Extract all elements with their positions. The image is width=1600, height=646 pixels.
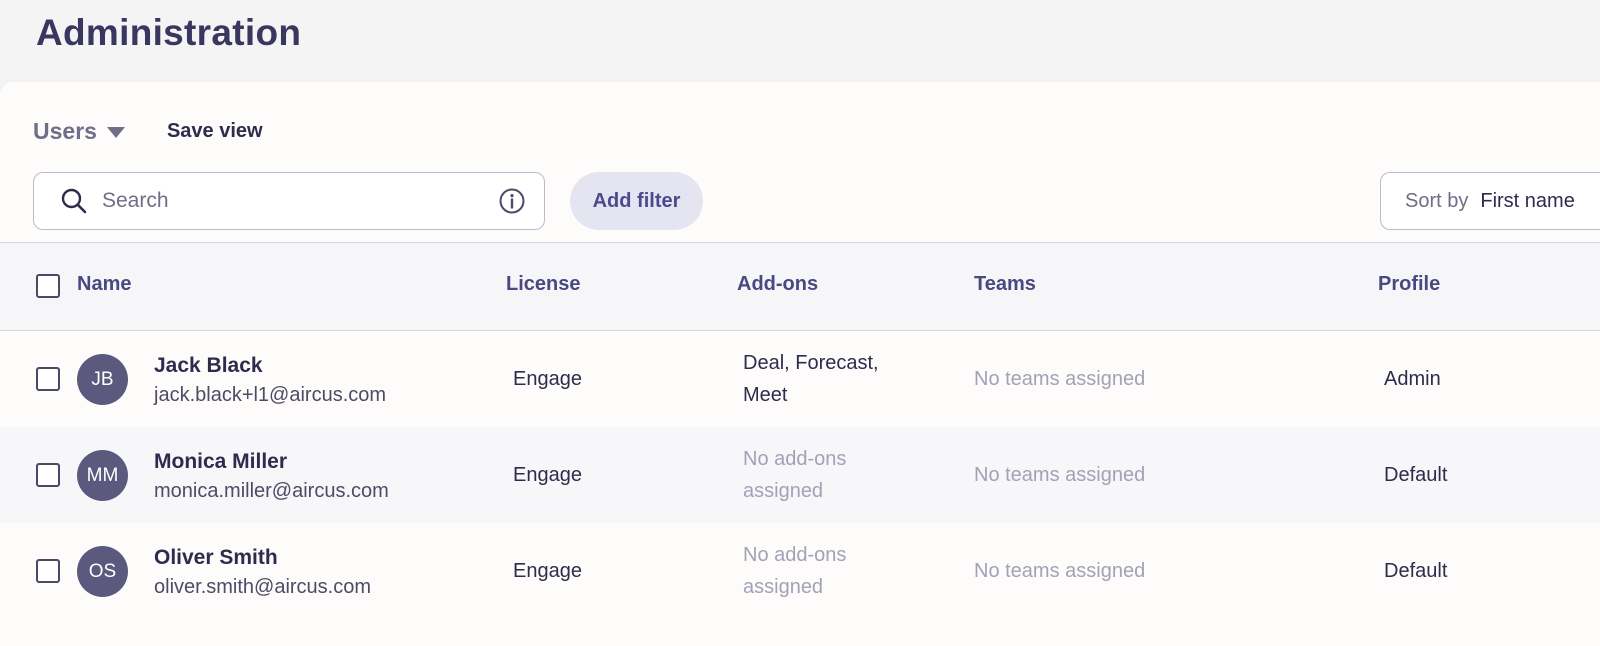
- column-header-license[interactable]: License: [506, 273, 580, 296]
- table-header: Name License Add-ons Teams Profile: [0, 242, 1600, 331]
- search-input[interactable]: [102, 173, 492, 228]
- avatar: JB: [77, 354, 128, 405]
- license-cell: Engage: [513, 560, 582, 582]
- table-row[interactable]: JB Jack Black jack.black+l1@aircus.com E…: [0, 331, 1600, 427]
- caret-down-icon: [106, 126, 125, 138]
- user-name[interactable]: Oliver Smith: [154, 546, 278, 570]
- page-header: Administration: [0, 0, 1600, 82]
- license-cell: Engage: [513, 464, 582, 486]
- column-header-profile[interactable]: Profile: [1378, 273, 1440, 296]
- view-selector-label: Users: [33, 117, 97, 144]
- addons-cell: No add-ons assigned: [743, 448, 847, 502]
- row-checkbox[interactable]: [36, 463, 60, 487]
- teams-cell: No teams assigned: [974, 464, 1146, 486]
- save-view-button[interactable]: Save view: [167, 120, 263, 143]
- avatar: MM: [77, 450, 128, 501]
- users-table: Name License Add-ons Teams Profile JB Ja…: [0, 242, 1600, 619]
- profile-cell: Default: [1384, 560, 1448, 582]
- column-header-teams[interactable]: Teams: [974, 273, 1036, 296]
- user-name[interactable]: Jack Black: [154, 354, 263, 378]
- search-box: [33, 172, 545, 230]
- column-header-addons[interactable]: Add-ons: [737, 273, 818, 296]
- teams-cell: No teams assigned: [974, 560, 1146, 582]
- select-all-checkbox[interactable]: [36, 274, 60, 298]
- info-icon[interactable]: [498, 187, 526, 215]
- profile-cell: Admin: [1384, 368, 1441, 390]
- sort-value: First name: [1480, 189, 1575, 212]
- column-header-name[interactable]: Name: [77, 273, 131, 296]
- profile-cell: Default: [1384, 464, 1448, 486]
- user-email: monica.miller@aircus.com: [154, 480, 389, 502]
- users-panel: Users Save view Add filter Sort by First…: [0, 82, 1600, 646]
- user-email: jack.black+l1@aircus.com: [154, 384, 387, 406]
- sort-label: Sort by: [1405, 189, 1469, 212]
- avatar: OS: [77, 546, 128, 597]
- addons-cell: No add-ons assigned: [743, 544, 847, 598]
- license-cell: Engage: [513, 368, 582, 390]
- page-title: Administration: [36, 12, 302, 53]
- search-icon: [61, 188, 87, 214]
- sort-selector[interactable]: Sort by First name: [1380, 172, 1600, 230]
- view-bar: Users Save view: [33, 116, 263, 146]
- add-filter-button[interactable]: Add filter: [570, 172, 703, 230]
- view-selector[interactable]: Users: [33, 118, 125, 145]
- table-row[interactable]: MM Monica Miller monica.miller@aircus.co…: [0, 427, 1600, 523]
- addons-cell: Deal, Forecast, Meet: [743, 352, 879, 406]
- row-checkbox[interactable]: [36, 367, 60, 391]
- user-name[interactable]: Monica Miller: [154, 450, 287, 474]
- row-checkbox[interactable]: [36, 559, 60, 583]
- teams-cell: No teams assigned: [974, 368, 1146, 390]
- table-row[interactable]: OS Oliver Smith oliver.smith@aircus.com …: [0, 523, 1600, 619]
- user-email: oliver.smith@aircus.com: [154, 576, 372, 598]
